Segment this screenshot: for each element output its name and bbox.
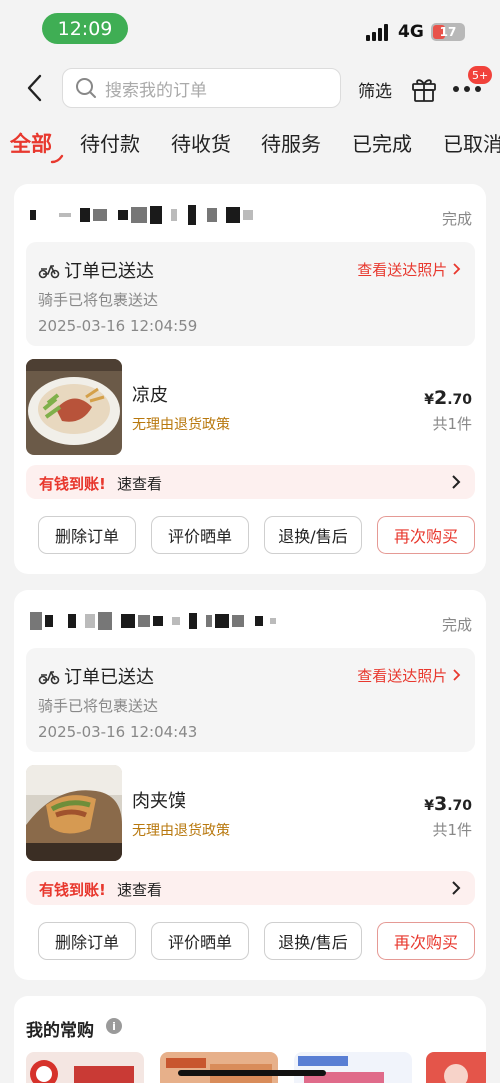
- frequent-item-thumb[interactable]: [294, 1052, 412, 1083]
- order-tabs: 全部 待付款 待收货 待服务 已完成 已取消: [0, 124, 500, 168]
- return-service-button[interactable]: 退换/售后: [264, 516, 362, 554]
- frequent-item-thumb[interactable]: [26, 1052, 144, 1083]
- buy-again-button[interactable]: 再次购买: [377, 516, 475, 554]
- home-indicator[interactable]: [178, 1070, 326, 1076]
- order-card[interactable]: 完成 订单已送达 查看送达照片 骑手已将包裹送达 2025-03-16 12:0…: [14, 590, 486, 980]
- tab-pending-payment[interactable]: 待付款: [80, 128, 140, 157]
- header: 搜索我的订单 筛选 5+: [0, 60, 500, 116]
- promo-banner[interactable]: 有钱到账! 速查看: [26, 465, 475, 499]
- shop-name-redacted[interactable]: [30, 204, 256, 226]
- delivery-subtitle: 骑手已将包裹送达: [38, 697, 159, 715]
- return-service-button[interactable]: 退换/售后: [264, 922, 362, 960]
- status-bar: 12:09 4G 17: [0, 0, 500, 56]
- view-delivery-photo-link[interactable]: 查看送达照片: [357, 665, 461, 686]
- return-policy: 无理由退货政策: [132, 823, 230, 839]
- frequent-title: 我的常购: [26, 1021, 94, 1041]
- price-currency: ¥: [424, 798, 434, 814]
- review-button[interactable]: 评价晒单: [151, 922, 249, 960]
- delete-order-button[interactable]: 删除订单: [38, 516, 136, 554]
- delete-order-button[interactable]: 删除订单: [38, 922, 136, 960]
- search-icon: [76, 78, 96, 98]
- price-integer: 2: [433, 387, 448, 409]
- chevron-right-icon: [453, 669, 461, 681]
- tab-pending-service[interactable]: 待服务: [261, 128, 321, 157]
- view-delivery-photo-label: 查看送达照片: [357, 667, 448, 685]
- price-decimal: .70: [447, 798, 472, 814]
- view-delivery-photo-link[interactable]: 查看送达照片: [357, 259, 461, 280]
- order-status: 完成: [441, 616, 472, 634]
- gift-icon[interactable]: [410, 75, 438, 103]
- delivery-time: 2025-03-16 12:04:43: [38, 723, 198, 741]
- view-delivery-photo-label: 查看送达照片: [357, 261, 448, 279]
- order-card[interactable]: 完成 订单已送达 查看送达照片 骑手已将包裹送达 2025-03-16 12:0…: [14, 184, 486, 574]
- chevron-right-icon: [452, 881, 461, 895]
- filter-button[interactable]: 筛选: [358, 77, 392, 102]
- tab-completed[interactable]: 已完成: [352, 128, 412, 157]
- search-placeholder: 搜索我的订单: [105, 80, 207, 101]
- promo-highlight: 有钱到账!: [39, 881, 106, 899]
- item-quantity: 共1件: [432, 415, 472, 433]
- price-currency: ¥: [424, 392, 434, 408]
- more-badge: 5+: [468, 66, 493, 84]
- chevron-right-icon: [452, 475, 461, 489]
- search-input[interactable]: 搜索我的订单: [62, 68, 341, 108]
- delivery-info[interactable]: 订单已送达 查看送达照片 骑手已将包裹送达 2025-03-16 12:04:4…: [26, 648, 475, 752]
- shop-name-redacted[interactable]: [30, 610, 279, 632]
- chevron-right-icon: [453, 263, 461, 275]
- info-icon[interactable]: i: [106, 1018, 122, 1034]
- scooter-icon: [38, 671, 60, 685]
- order-status: 完成: [441, 210, 472, 228]
- item-name[interactable]: 肉夹馍: [132, 787, 186, 813]
- more-icon[interactable]: [452, 85, 482, 93]
- promo-highlight: 有钱到账!: [39, 475, 106, 493]
- price-integer: 3: [433, 793, 448, 815]
- delivery-subtitle: 骑手已将包裹送达: [38, 291, 159, 309]
- delivery-info[interactable]: 订单已送达 查看送达照片 骑手已将包裹送达 2025-03-16 12:04:5…: [26, 242, 475, 346]
- scooter-icon: [38, 265, 60, 279]
- network-type: 4G: [398, 22, 424, 42]
- buy-again-button[interactable]: 再次购买: [377, 922, 475, 960]
- frequent-item-thumb[interactable]: [426, 1052, 486, 1083]
- promo-text: 速查看: [117, 475, 163, 493]
- battery-level: 17: [439, 25, 457, 39]
- promo-text: 速查看: [117, 881, 163, 899]
- item-name[interactable]: 凉皮: [132, 381, 168, 407]
- back-icon[interactable]: [22, 72, 48, 104]
- tab-active-indicator: [50, 154, 64, 164]
- item-price: ¥3.70: [424, 793, 472, 815]
- product-image-roujiamo[interactable]: [26, 765, 122, 861]
- return-policy: 无理由退货政策: [132, 417, 230, 433]
- delivery-title: 订单已送达: [64, 667, 154, 688]
- signal-icon: [366, 23, 392, 41]
- tab-cancelled[interactable]: 已取消: [443, 128, 500, 157]
- tab-pending-receipt[interactable]: 待收货: [171, 128, 231, 157]
- item-price: ¥2.70: [424, 387, 472, 409]
- item-quantity: 共1件: [432, 821, 472, 839]
- status-time: 12:09: [42, 13, 128, 44]
- delivery-title: 订单已送达: [64, 261, 154, 282]
- delivery-time: 2025-03-16 12:04:59: [38, 317, 198, 335]
- frequent-item-thumb[interactable]: [160, 1052, 278, 1083]
- product-image-liangpi[interactable]: [26, 359, 122, 455]
- price-decimal: .70: [447, 392, 472, 408]
- battery-icon: 17: [431, 23, 465, 41]
- promo-banner[interactable]: 有钱到账! 速查看: [26, 871, 475, 905]
- review-button[interactable]: 评价晒单: [151, 516, 249, 554]
- tab-all[interactable]: 全部: [10, 128, 52, 158]
